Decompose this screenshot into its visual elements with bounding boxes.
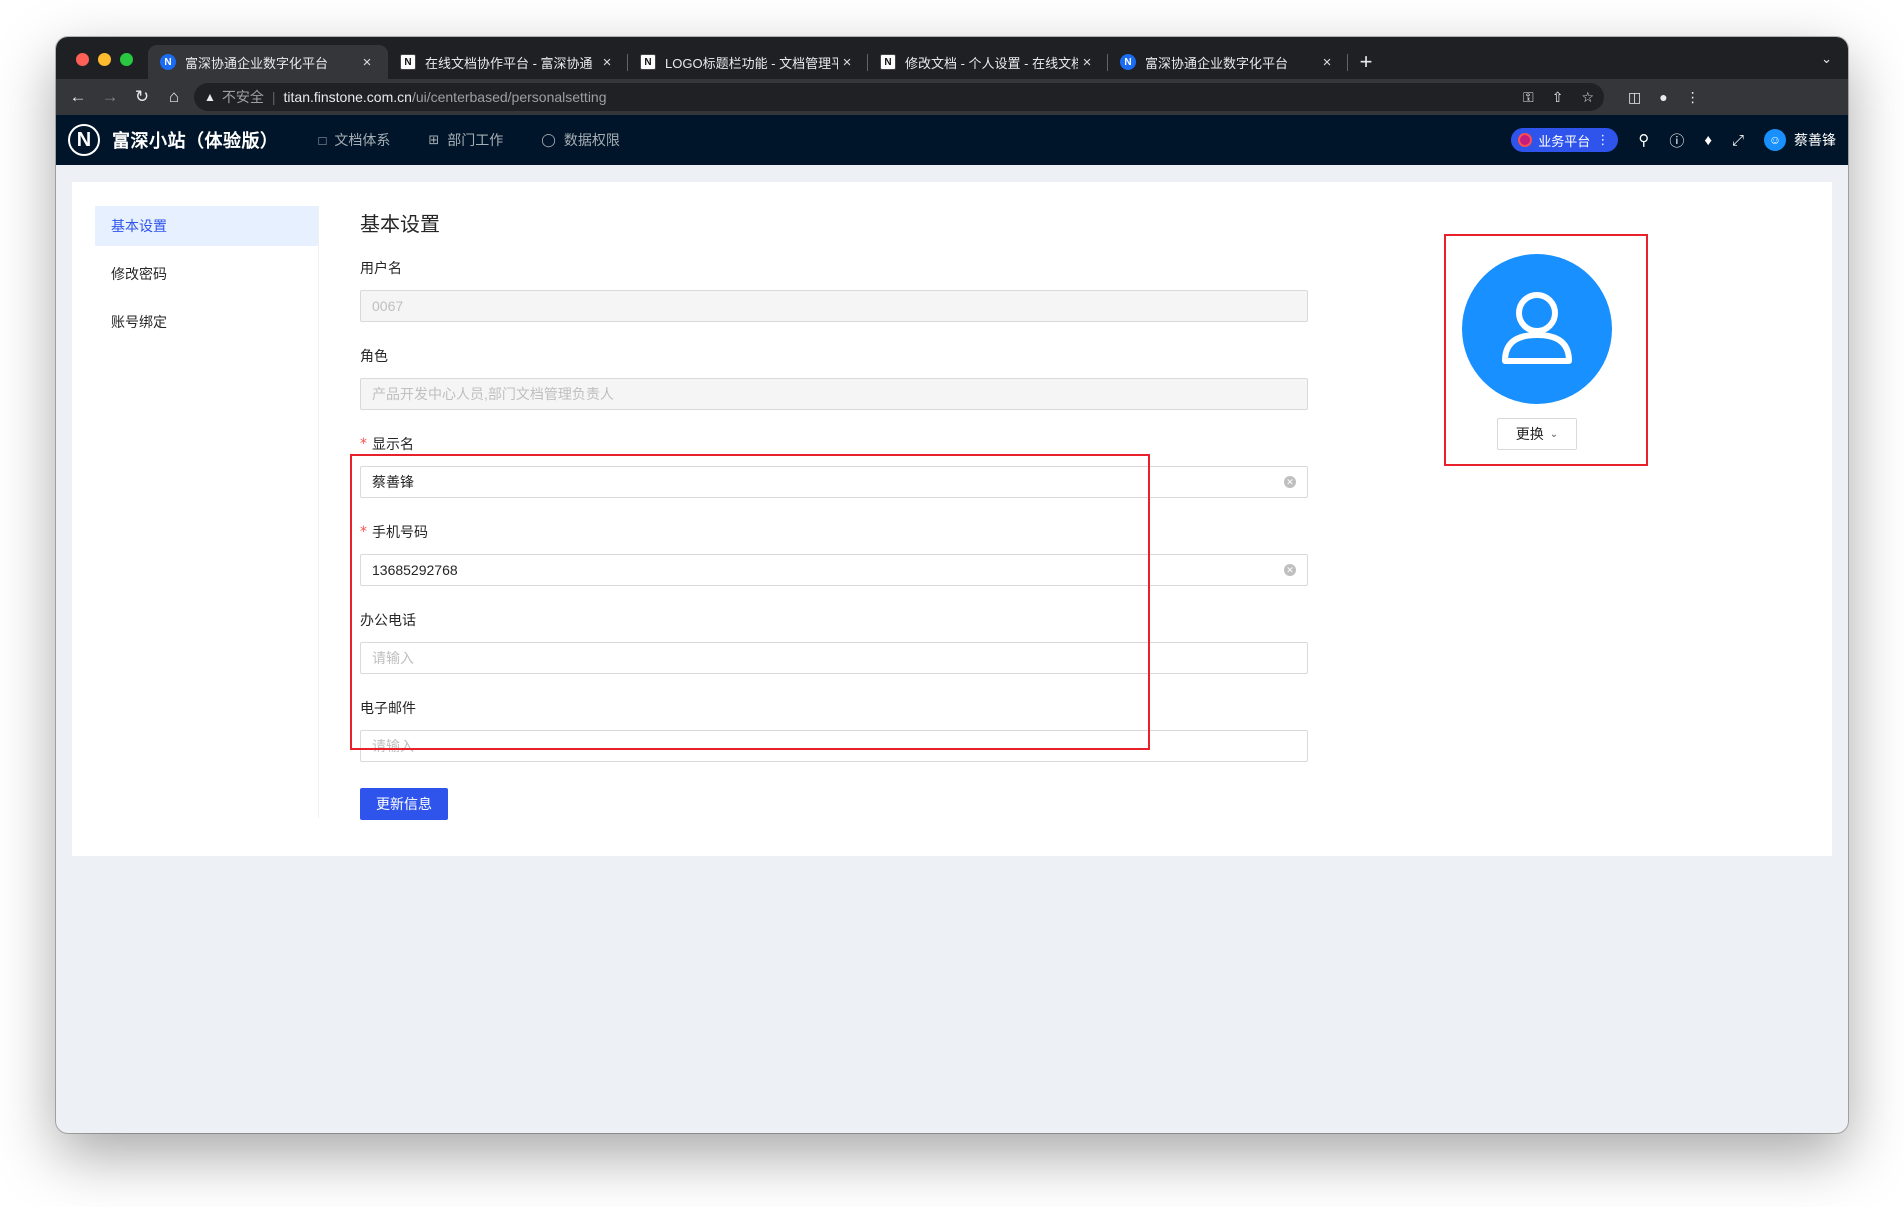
fullscreen-icon[interactable]: ⤢ (1732, 132, 1744, 149)
menu-item-permissions[interactable]: ◯ 数据权限 (541, 130, 620, 150)
zoom-window-button[interactable] (120, 53, 133, 66)
browser-tab[interactable]: N LOGO标题栏功能 - 文档管理平台 × (628, 45, 868, 79)
display-name-label-text: 显示名 (372, 436, 414, 452)
role-value: 产品开发中心人员,部门文档管理负责人 (372, 386, 614, 402)
grid-icon: ⊞ (428, 132, 440, 147)
tab-title: 在线文档协作平台 - 富深协通 (425, 55, 593, 71)
close-window-button[interactable] (76, 53, 89, 66)
browser-tab[interactable]: N 在线文档协作平台 - 富深协通 × (388, 45, 628, 79)
user-menu[interactable]: ☺ 蔡善锋 (1764, 129, 1836, 151)
security-label: 不安全 (221, 89, 264, 105)
content-card: 基本设置 修改密码 账号绑定 基本设置 用户名 0067 角色 产品开发中心人员… (72, 182, 1832, 856)
clear-icon[interactable]: ✕ (1284, 564, 1296, 576)
window-controls (76, 53, 133, 66)
clear-icon[interactable]: ✕ (1284, 476, 1296, 488)
update-info-button[interactable]: 更新信息 (360, 788, 448, 820)
omnibox-actions: ⚿ ⇧ ☆ (1523, 89, 1594, 106)
browser-toolbar: ← → ↻ ⌂ ▲ 不安全 | titan.finstone.com.cn /u… (56, 79, 1848, 115)
warning-triangle-icon: ▲ (204, 90, 216, 104)
tab-close-icon[interactable]: × (1318, 54, 1336, 71)
role-field: 产品开发中心人员,部门文档管理负责人 (360, 378, 1308, 410)
tab-close-icon[interactable]: × (1078, 54, 1096, 71)
more-dots-icon: ⋮ (1596, 132, 1610, 147)
address-bar[interactable]: ▲ 不安全 | titan.finstone.com.cn /ui/center… (194, 83, 1604, 111)
page-title: 基本设置 (360, 214, 440, 236)
header-actions: 业务平台 ⋮ ⚲ ⓘ ♦ ⤢ ☺ 蔡善锋 (1511, 128, 1836, 152)
more-menu-icon[interactable]: ⋮ (1686, 89, 1700, 106)
star-icon[interactable]: ☆ (1581, 89, 1594, 106)
platform-icon (1518, 133, 1533, 147)
browser-window: N 富深协通企业数字化平台 × N 在线文档协作平台 - 富深协通 × N LO… (56, 37, 1848, 1133)
highlight-box-form (350, 454, 1150, 750)
browser-tab[interactable]: N 富深协通企业数字化平台 × (148, 45, 388, 79)
username-field: 0067 (360, 290, 1308, 322)
username-value: 0067 (372, 298, 404, 314)
app-header: N 富深小站（体验版） □ 文档体系 ⊞ 部门工作 ◯ 数据权限 业务平台 ⋮ … (56, 115, 1848, 165)
bell-icon[interactable]: ♦ (1704, 132, 1712, 149)
display-name-label: * 显示名 (360, 432, 1308, 456)
menu-item-label: 文档体系 (334, 132, 391, 148)
shield-icon: ◯ (541, 132, 556, 147)
file-icon: □ (318, 132, 327, 148)
tab-separator (1347, 54, 1348, 71)
highlight-box-avatar (1444, 234, 1648, 466)
url-path: /ui/centerbased/personalsetting (411, 89, 607, 105)
finstone-favicon-icon: N (1120, 54, 1136, 70)
tab-title: 富深协通企业数字化平台 (185, 55, 329, 71)
username-label: 用户名 (360, 260, 402, 276)
tab-list: N 富深协通企业数字化平台 × N 在线文档协作平台 - 富深协通 × N LO… (148, 45, 1384, 79)
profile-icon[interactable]: ● (1659, 89, 1667, 106)
menu-item-department[interactable]: ⊞ 部门工作 (428, 130, 503, 150)
new-tab-button[interactable]: + (1348, 45, 1384, 79)
browser-tab[interactable]: N 富深协通企业数字化平台 × (1108, 45, 1348, 79)
app-title: 富深小站（体验版） (112, 131, 279, 151)
url-host: titan.finstone.com.cn (283, 89, 412, 105)
document-favicon-icon: N (880, 54, 896, 70)
browser-tab[interactable]: N 修改文档 - 个人设置 - 在线文档协 × (868, 45, 1108, 79)
top-menu: □ 文档体系 ⊞ 部门工作 ◯ 数据权限 (319, 130, 620, 150)
user-name: 蔡善锋 (1794, 132, 1836, 148)
platform-switch-button[interactable]: 业务平台 ⋮ (1511, 128, 1619, 152)
document-favicon-icon: N (640, 54, 656, 70)
help-icon[interactable]: ⓘ (1669, 130, 1684, 151)
side-panel-icon[interactable]: ◫ (1628, 89, 1641, 106)
settings-sidebar: 基本设置 修改密码 账号绑定 (95, 206, 319, 818)
tab-close-icon[interactable]: × (598, 54, 616, 71)
document-favicon-icon: N (400, 54, 416, 70)
tab-close-icon[interactable]: × (358, 54, 376, 71)
sidebar-item-basic-settings[interactable]: 基本设置 (95, 206, 318, 246)
reload-icon[interactable]: ↻ (126, 87, 158, 107)
share-icon[interactable]: ⇧ (1552, 89, 1564, 106)
forward-arrow-icon[interactable]: → (94, 87, 126, 107)
key-icon[interactable]: ⚿ (1523, 89, 1534, 106)
minimize-window-button[interactable] (98, 53, 111, 66)
home-icon[interactable]: ⌂ (158, 87, 190, 107)
app-logo[interactable]: N (68, 124, 100, 156)
menu-item-docs[interactable]: □ 文档体系 (319, 130, 391, 150)
user-avatar-icon: ☺ (1764, 129, 1786, 151)
finstone-favicon-icon: N (160, 54, 176, 70)
search-icon[interactable]: ⚲ (1638, 131, 1649, 149)
tab-strip: N 富深协通企业数字化平台 × N 在线文档协作平台 - 富深协通 × N LO… (56, 37, 1848, 79)
role-label: 角色 (360, 348, 388, 364)
tab-search-chevron-icon[interactable]: ⌄ (1821, 51, 1832, 67)
tab-title: 富深协通企业数字化平台 (1145, 55, 1289, 71)
platform-label: 业务平台 (1538, 133, 1591, 149)
toolbar-actions: ◫ ● ⋮ (1628, 89, 1700, 106)
menu-item-label: 部门工作 (447, 132, 504, 148)
tab-title: 修改文档 - 个人设置 - 在线文档协 (905, 55, 1078, 71)
tab-close-icon[interactable]: × (838, 54, 856, 71)
tab-title: LOGO标题栏功能 - 文档管理平台 (665, 55, 838, 71)
menu-item-label: 数据权限 (563, 132, 620, 148)
sidebar-item-change-password[interactable]: 修改密码 (95, 254, 318, 294)
required-mark: * (360, 436, 367, 452)
sidebar-item-account-binding[interactable]: 账号绑定 (95, 302, 318, 342)
back-arrow-icon[interactable]: ← (62, 87, 94, 107)
divider: | (271, 89, 276, 105)
